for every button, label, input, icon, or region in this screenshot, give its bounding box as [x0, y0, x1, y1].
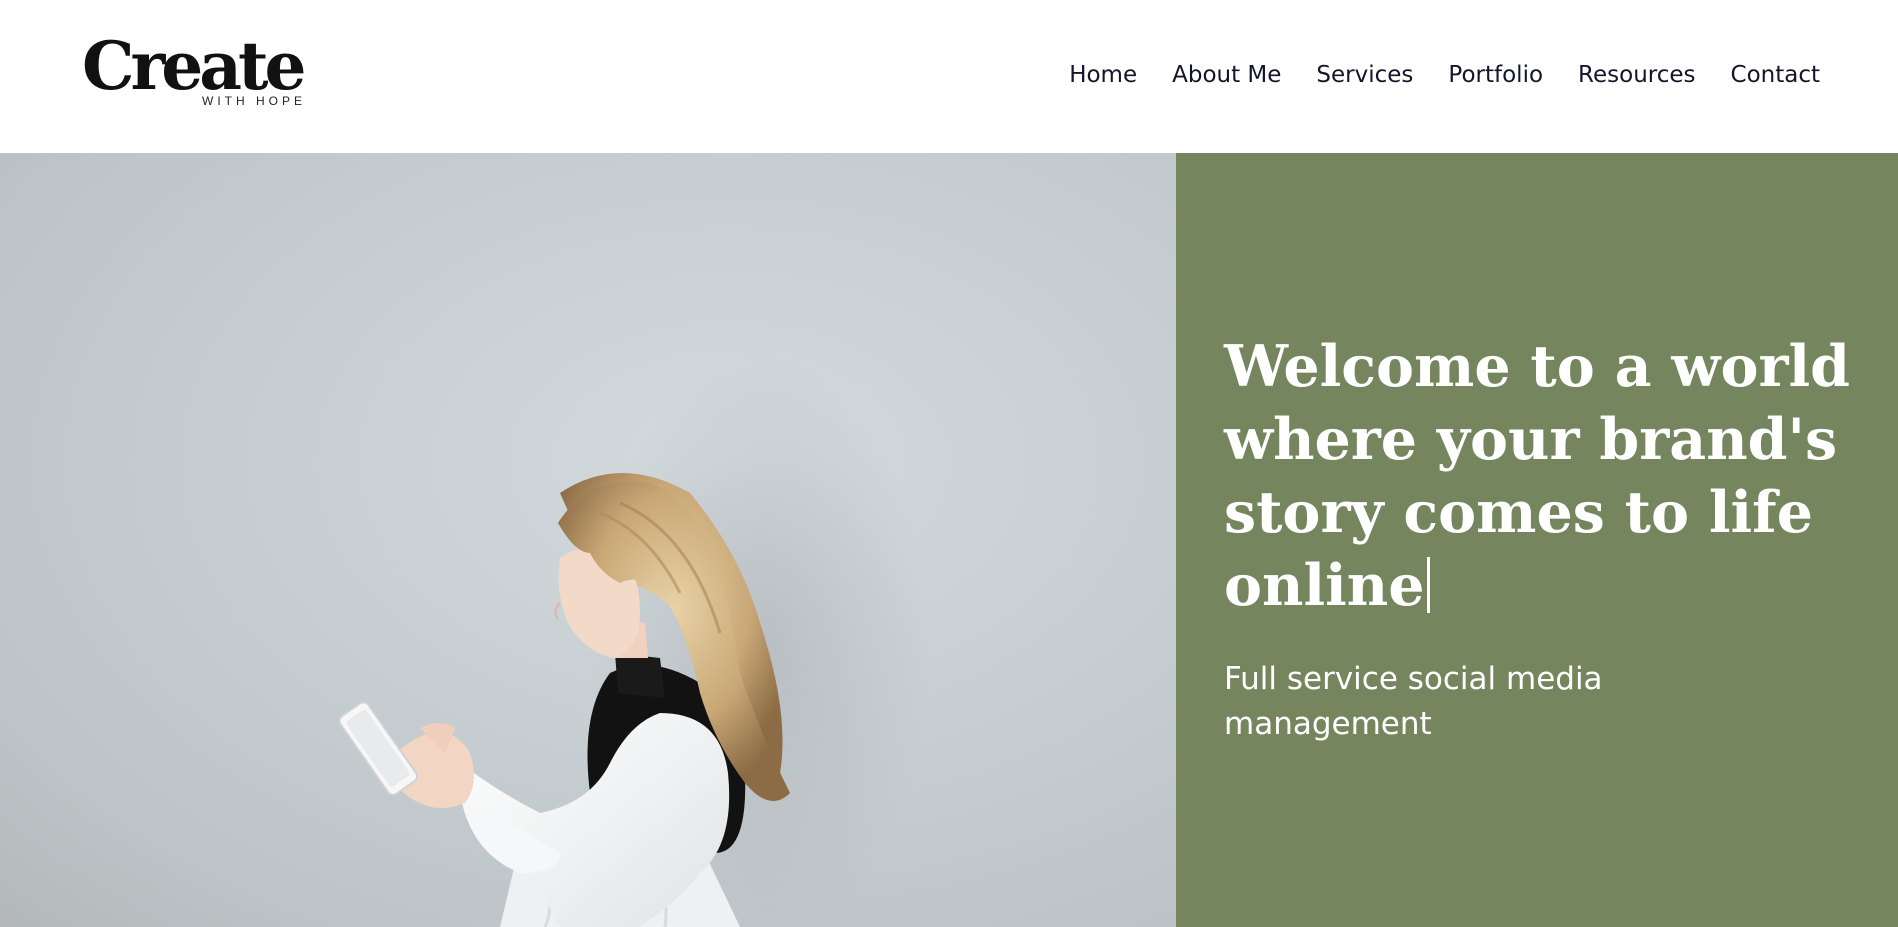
site-header: Create WITH HOPE Home About Me Services … [0, 0, 1898, 153]
nav-home[interactable]: Home [1069, 58, 1137, 92]
nav-portfolio[interactable]: Portfolio [1448, 58, 1543, 92]
hero-headline: Welcome to a world where your brand's st… [1224, 330, 1864, 622]
main-nav: Home About Me Services Portfolio Resourc… [1034, 58, 1820, 92]
nav-contact[interactable]: Contact [1731, 58, 1820, 92]
logo-wordmark: Create [82, 27, 307, 105]
hero-text-panel: Welcome to a world where your brand's st… [1176, 153, 1898, 927]
nav-services[interactable]: Services [1316, 58, 1413, 92]
woman-with-phone-illustration [338, 353, 930, 927]
nav-resources[interactable]: Resources [1578, 58, 1695, 92]
typing-cursor [1427, 557, 1431, 613]
nav-about-me[interactable]: About Me [1172, 58, 1281, 92]
hero-section: Welcome to a world where your brand's st… [0, 153, 1898, 927]
site-logo[interactable]: Create WITH HOPE [82, 28, 332, 118]
hero-photo [0, 153, 1176, 927]
logo-tagline: WITH HOPE [202, 94, 306, 108]
hero-subline: Full service social media management [1224, 661, 1603, 742]
hero-headline-text: Welcome to a world where your brand's st… [1224, 333, 1851, 619]
